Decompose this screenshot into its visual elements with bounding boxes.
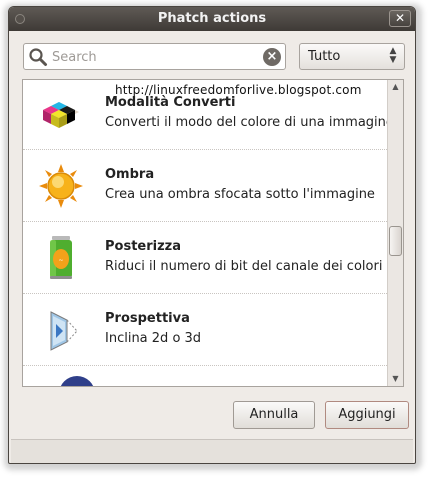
actions-list[interactable]: http://linuxfreedomforlive.blogspot.com … <box>22 79 404 387</box>
color-mode-cubes-icon <box>43 102 79 128</box>
dialog-window: Phatch actions ✕ × Tutto ▲▼ http://linux… <box>8 6 416 464</box>
scroll-up-arrow-icon[interactable]: ▲ <box>388 80 403 94</box>
soda-can-icon: ~ <box>50 236 72 279</box>
scroll-thumb[interactable] <box>389 226 402 256</box>
perspective-icon <box>50 311 78 351</box>
search-icon <box>29 48 47 66</box>
action-description: Riduci il numero di bit del canale dei c… <box>105 259 383 274</box>
list-item[interactable]: Modalità Converti Converti il modo del c… <box>23 80 394 150</box>
action-description: Converti il modo del colore di una immag… <box>105 115 394 130</box>
select-arrows-icon: ▲ ▼ <box>389 46 397 65</box>
action-title: Ombra <box>105 167 155 182</box>
window-title: Phatch actions <box>157 11 267 26</box>
category-select-value: Tutto <box>308 49 341 64</box>
action-description: Crea una ombra sfocata sotto l'immagine <box>105 187 375 202</box>
list-item[interactable]: Ombra Crea una ombra sfocata sotto l'imm… <box>23 150 387 222</box>
scroll-down-arrow-icon[interactable]: ▼ <box>388 372 403 386</box>
search-box[interactable]: × <box>23 43 286 70</box>
add-button[interactable]: Aggiungi <box>325 401 409 429</box>
action-description: Inclina 2d o 3d <box>105 331 202 346</box>
title-bar[interactable]: Phatch actions ✕ <box>9 7 415 31</box>
category-select[interactable]: Tutto ▲ ▼ <box>299 43 405 70</box>
action-title: Modalità Converti <box>105 95 236 110</box>
status-bar <box>11 439 413 463</box>
toolbar: × Tutto ▲▼ <box>23 43 405 71</box>
action-title: Posterizza <box>105 239 182 254</box>
list-item[interactable]: ~ Posterizza Riduci il numero di bit del… <box>23 222 387 294</box>
window-close-button[interactable]: ✕ <box>389 10 411 27</box>
action-title: Prospettiva <box>105 311 190 326</box>
partial-action-icon <box>59 376 95 386</box>
search-input[interactable] <box>52 47 252 67</box>
list-item[interactable]: Prospettiva Inclina 2d o 3d <box>23 294 387 366</box>
svg-text:~: ~ <box>58 257 63 264</box>
clear-search-icon[interactable]: × <box>263 48 281 66</box>
list-scrollbar[interactable]: ▲ ▼ <box>387 80 403 386</box>
sun-shadow-icon <box>39 164 83 208</box>
cancel-button[interactable]: Annulla <box>233 401 315 429</box>
